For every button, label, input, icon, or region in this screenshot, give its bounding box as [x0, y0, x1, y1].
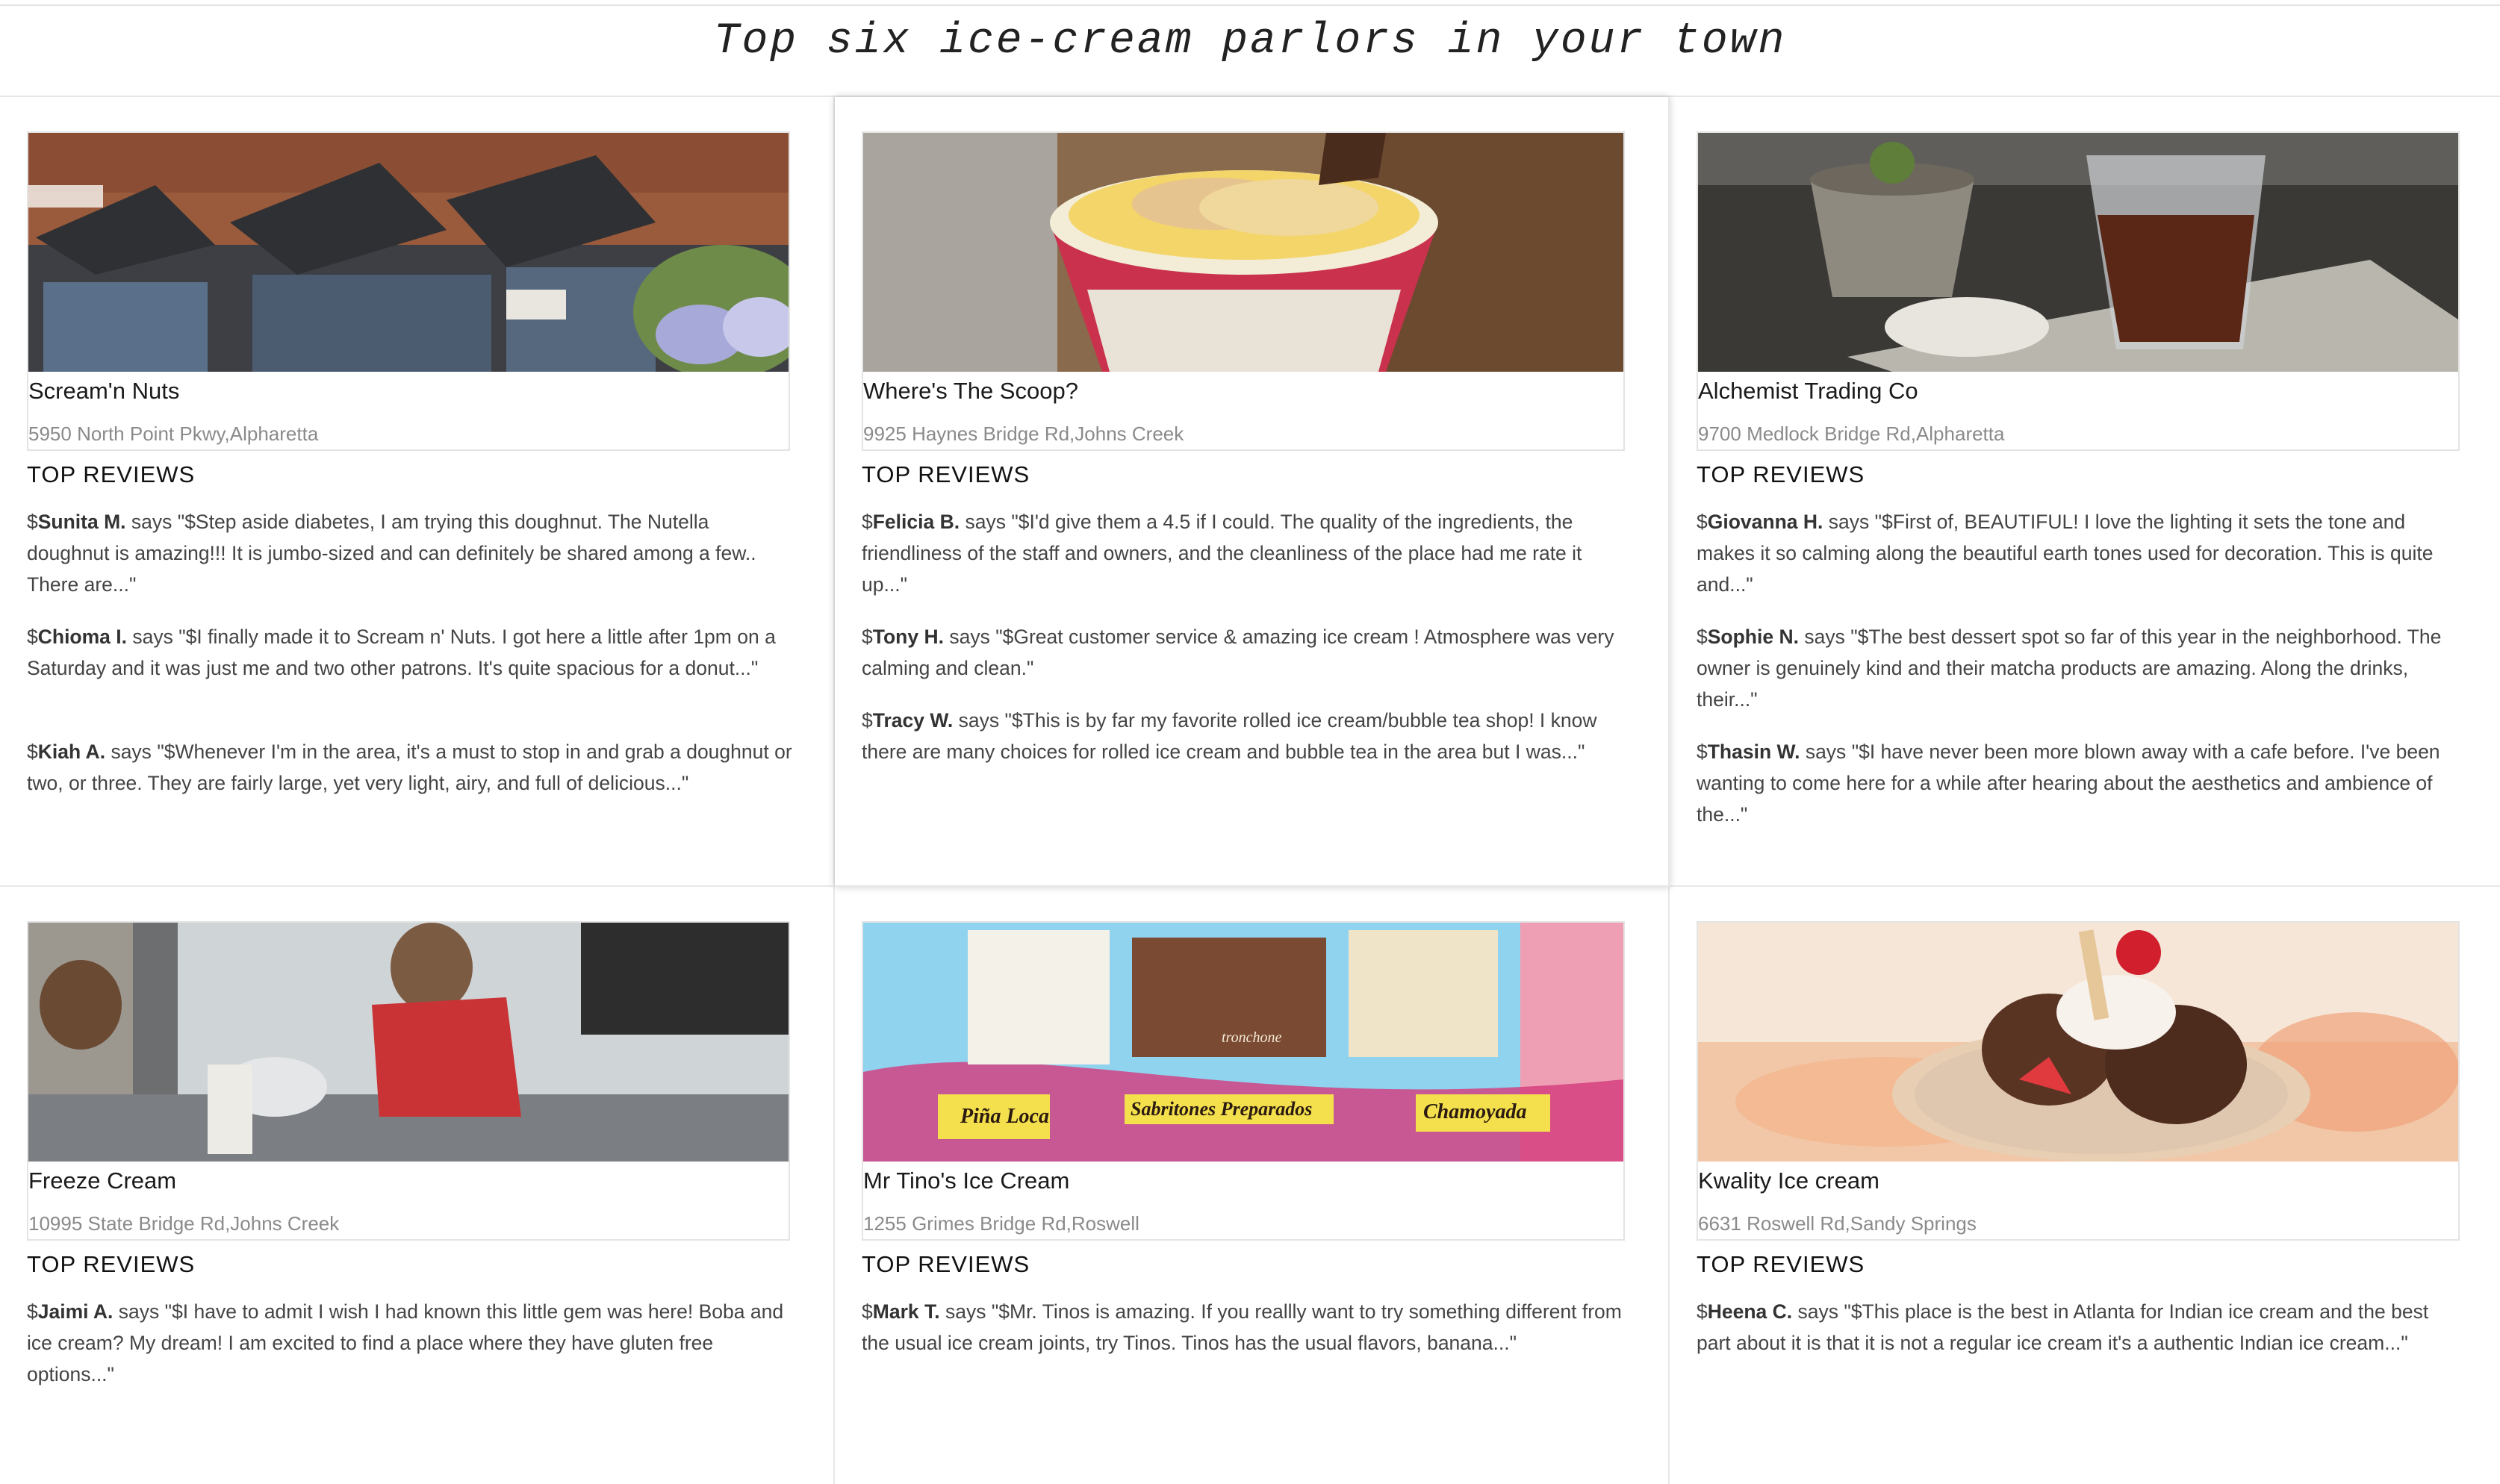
review-author: Jaimi A.: [37, 1300, 114, 1323]
menu-label-chamoyada: Chamoyada: [1423, 1100, 1526, 1123]
parlor-name[interactable]: Freeze Cream: [28, 1167, 176, 1194]
parlor-name[interactable]: Where's The Scoop?: [863, 378, 1078, 405]
parlor-card[interactable]: Scream'n Nuts 5950 North Point Pkwy,Alph…: [0, 97, 835, 887]
review-author: Heena C.: [1707, 1300, 1793, 1323]
parlor-info-box[interactable]: Freeze Cream 10995 State Bridge Rd,Johns…: [27, 921, 790, 1241]
parlor-info-box[interactable]: Kwality Ice cream 6631 Roswell Rd,Sandy …: [1697, 921, 2460, 1241]
review-author: Mark T.: [872, 1300, 940, 1323]
review: $Sophie N. says "$The best dessert spot …: [1697, 626, 2442, 711]
parlor-card[interactable]: Where's The Scoop? 9925 Haynes Bridge Rd…: [835, 97, 1670, 887]
review-author: Giovanna H.: [1707, 511, 1823, 533]
parlor-card[interactable]: Kwality Ice cream 6631 Roswell Rd,Sandy …: [1670, 887, 2500, 1484]
parlor-card[interactable]: Freeze Cream 10995 State Bridge Rd,Johns…: [0, 887, 835, 1484]
parlor-name[interactable]: Kwality Ice cream: [1698, 1167, 1879, 1194]
review: $Mark T. says "$Mr. Tinos is amazing. If…: [862, 1300, 1622, 1354]
parlor-address: 10995 State Bridge Rd,Johns Creek: [28, 1212, 340, 1235]
review: $Tracy W. says "$This is by far my favor…: [862, 709, 1597, 763]
review: $Chioma I. says "$I finally made it to S…: [27, 626, 776, 679]
parlor-info-box[interactable]: Piña Loca Sabritones Preparados Chamoyad…: [862, 921, 1625, 1241]
review: $Heena C. says "$This place is the best …: [1697, 1300, 2429, 1354]
parlor-name[interactable]: Scream'n Nuts: [28, 378, 179, 405]
cold-brew-glass-photo[interactable]: [1698, 133, 2458, 372]
parlor-card[interactable]: Piña Loca Sabritones Preparados Chamoyad…: [835, 887, 1670, 1484]
menu-board-photo[interactable]: Piña Loca Sabritones Preparados Chamoyad…: [863, 923, 1623, 1162]
storefront-photo[interactable]: [28, 133, 789, 372]
menu-label-sabritones: Sabritones Preparados: [1131, 1098, 1312, 1120]
review-author: Chioma I.: [37, 626, 128, 648]
ice-cream-counter-photo[interactable]: [28, 923, 789, 1162]
top-reviews-heading: TOP REVIEWS: [862, 1251, 1030, 1277]
review-author: Sunita M.: [37, 511, 126, 533]
review: $Tony H. says "$Great customer service &…: [862, 626, 1614, 679]
review-author: Kiah A.: [37, 741, 106, 763]
review: $Giovanna H. says "$First of, BEAUTIFUL!…: [1697, 511, 2434, 596]
parlor-name[interactable]: Alchemist Trading Co: [1698, 378, 1918, 405]
review-author: Thasin W.: [1707, 741, 1800, 763]
parlor-info-box[interactable]: Alchemist Trading Co 9700 Medlock Bridge…: [1697, 131, 2460, 451]
parlor-address: 1255 Grimes Bridge Rd,Roswell: [863, 1212, 1139, 1235]
parlor-address: 9925 Haynes Bridge Rd,Johns Creek: [863, 423, 1184, 445]
parlor-info-box[interactable]: Scream'n Nuts 5950 North Point Pkwy,Alph…: [27, 131, 790, 451]
top-reviews-heading: TOP REVIEWS: [27, 1251, 196, 1277]
review: $Sunita M. says "$Step aside diabetes, I…: [27, 511, 756, 596]
parlor-info-box[interactable]: Where's The Scoop? 9925 Haynes Bridge Rd…: [862, 131, 1625, 451]
menu-label-tronchone: tronchone: [1222, 1029, 1281, 1046]
rolled-ice-cream-cup-photo[interactable]: [863, 133, 1623, 372]
sundae-bowl-photo[interactable]: [1698, 923, 2458, 1162]
page-header: Top six ice-cream parlors in your town: [0, 6, 2500, 97]
parlor-card[interactable]: Alchemist Trading Co 9700 Medlock Bridge…: [1670, 97, 2500, 887]
review: $Jaimi A. says "$I have to admit I wish …: [27, 1300, 784, 1385]
parlor-address: 6631 Roswell Rd,Sandy Springs: [1698, 1212, 1977, 1235]
review-author: Tony H.: [872, 626, 944, 648]
review-author: Felicia B.: [872, 511, 960, 533]
top-reviews-heading: TOP REVIEWS: [27, 461, 196, 487]
parlor-address: 9700 Medlock Bridge Rd,Alpharetta: [1698, 423, 2005, 445]
review-author: Tracy W.: [872, 709, 954, 732]
page-title: Top six ice-cream parlors in your town: [713, 17, 1787, 66]
top-reviews-heading: TOP REVIEWS: [1697, 1251, 1865, 1277]
parlor-address: 5950 North Point Pkwy,Alpharetta: [28, 423, 319, 445]
review: $Thasin W. says "$I have never been more…: [1697, 741, 2440, 826]
review: $Felicia B. says "$I'd give them a 4.5 i…: [862, 511, 1582, 596]
review-author: Sophie N.: [1707, 626, 1799, 648]
parlor-name[interactable]: Mr Tino's Ice Cream: [863, 1167, 1069, 1194]
top-reviews-heading: TOP REVIEWS: [1697, 461, 1865, 487]
menu-label-pina-loca: Piña Loca: [960, 1105, 1049, 1128]
review: $Kiah A. says "$Whenever I'm in the area…: [27, 741, 792, 794]
top-reviews-heading: TOP REVIEWS: [862, 461, 1030, 487]
